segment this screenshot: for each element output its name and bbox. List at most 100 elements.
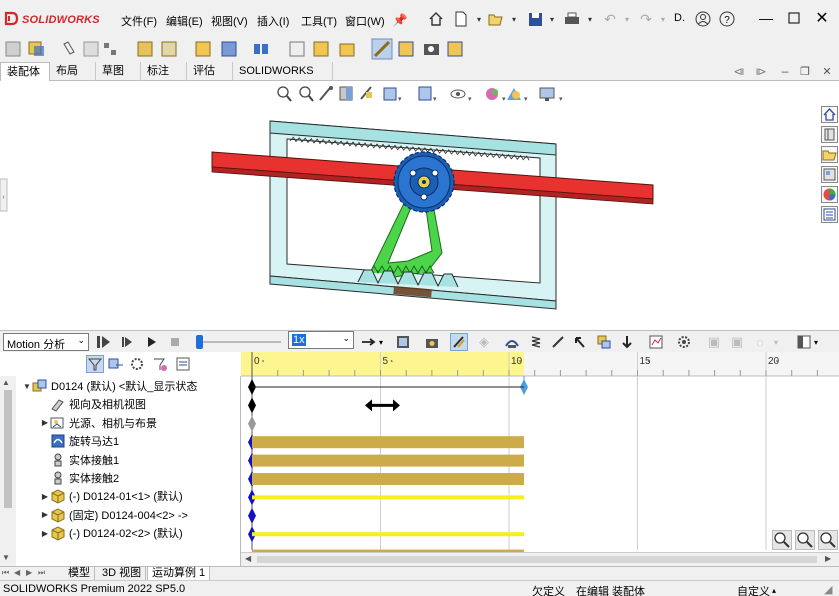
filter-driving-icon[interactable] — [108, 356, 126, 374]
print-icon[interactable] — [563, 10, 581, 28]
scroll-left-icon[interactable]: ◀ — [245, 554, 251, 563]
restore-doc-icon[interactable]: ❐ — [796, 62, 814, 80]
expand-icon[interactable]: ▶ — [40, 492, 50, 501]
update-speedpak-icon[interactable] — [398, 41, 414, 57]
paperclip-icon[interactable] — [63, 41, 75, 55]
timeline-change-bar[interactable] — [252, 436, 524, 449]
timeline-scrollbar[interactable]: ◀ ▶ — [241, 552, 839, 566]
new-document-icon[interactable] — [452, 10, 470, 28]
tree-item[interactable]: 旋转马达1 — [40, 432, 119, 450]
timeline-change-bar[interactable] — [252, 532, 524, 537]
chevron-down-icon[interactable]: ▾ — [470, 10, 488, 28]
custom-properties-icon[interactable] — [821, 206, 838, 223]
menu-view[interactable]: 视图(V) — [211, 13, 248, 29]
gravity-icon[interactable] — [618, 333, 636, 351]
dynamic-annotation-icon[interactable] — [360, 86, 372, 100]
tab-model[interactable]: 模型 — [64, 567, 95, 581]
stop-icon[interactable] — [166, 333, 184, 351]
motion-optimization-icon[interactable]: ◌ — [751, 333, 769, 351]
linear-pattern-icon[interactable] — [83, 41, 99, 57]
new-motion-study-icon[interactable] — [254, 44, 268, 54]
tree-item[interactable]: 实体接触2 — [40, 469, 119, 487]
mate-icon[interactable] — [28, 41, 44, 56]
solidworks-resources-icon[interactable] — [821, 106, 838, 123]
zoom-to-fit-icon[interactable] — [277, 86, 292, 102]
tab-3d-views[interactable]: 3D 视图 — [98, 567, 147, 581]
filter-tree-icon[interactable] — [175, 356, 193, 374]
scroll-up-icon[interactable]: ▲ — [2, 378, 10, 387]
undo-icon[interactable]: ↶ — [601, 10, 619, 28]
calculate-icon[interactable] — [95, 333, 113, 351]
expand-icon[interactable]: ▶ — [40, 529, 50, 538]
show-hidden-icon[interactable] — [161, 41, 177, 57]
spring-icon[interactable] — [527, 333, 545, 351]
tree-scroll-thumb[interactable] — [4, 390, 12, 508]
study-properties-icon[interactable] — [675, 333, 693, 351]
tree-item[interactable]: ▼ D0124 (默认) <默认_显示状态 — [22, 377, 197, 395]
force-icon[interactable] — [571, 333, 589, 351]
tab-layout[interactable]: 布局 — [50, 62, 96, 81]
redo-icon[interactable]: ↷ — [637, 10, 655, 28]
view-palette-icon[interactable] — [821, 166, 838, 183]
edit-appearance-icon[interactable]: ▾ — [486, 88, 506, 103]
chevron-down-icon[interactable]: ▾ — [379, 338, 383, 347]
design-library-icon[interactable] — [821, 126, 838, 143]
help-icon[interactable]: ? — [718, 10, 736, 28]
assembly-features-icon[interactable] — [195, 41, 211, 57]
tree-item[interactable]: 实体接触1 — [40, 451, 119, 469]
play-from-start-icon[interactable] — [119, 333, 137, 351]
zoom-to-fit-timeline-icon[interactable] — [818, 530, 838, 550]
hide-show-items-icon[interactable]: ▾ — [450, 89, 472, 103]
instant3d-icon[interactable] — [371, 38, 393, 60]
filter-animated-icon[interactable] — [86, 355, 104, 373]
motion-timeline[interactable]: 0 ◔ 5 ◔ 10 ◔ 15 ◔ 20 ◔ ◀ ▶ — [241, 352, 839, 566]
tab-sketch[interactable]: 草图 — [96, 62, 141, 81]
expand-icon[interactable]: ▶ — [40, 418, 50, 427]
menu-file[interactable]: 文件(F) — [121, 13, 157, 29]
panel-collapse-handle[interactable]: › — [0, 178, 8, 212]
tab-assembly[interactable]: 装配体 — [0, 62, 50, 81]
contact-icon[interactable] — [595, 333, 613, 351]
apply-scene-icon[interactable]: ▾ — [507, 88, 528, 103]
chevron-down-icon[interactable]: ▾ — [654, 10, 672, 28]
animation-wizard-icon[interactable] — [424, 333, 442, 351]
graphics-area[interactable]: › — [0, 81, 820, 330]
close-doc-icon[interactable]: ✕ — [818, 62, 836, 80]
reference-geometry-icon[interactable] — [221, 41, 237, 57]
tab-evaluate[interactable]: 评估 — [187, 62, 233, 81]
previous-view-icon[interactable] — [319, 86, 333, 101]
insert-component-icon[interactable] — [5, 41, 21, 57]
last-tab-icon[interactable]: ⏭ — [38, 568, 45, 578]
view-settings-icon[interactable]: ▾ — [539, 87, 563, 103]
explode-line-sketch-icon[interactable] — [339, 43, 355, 57]
chevron-down-icon[interactable]: ▾ — [618, 10, 636, 28]
slider-thumb[interactable] — [196, 335, 203, 349]
chevron-down-icon[interactable]: ▾ — [543, 10, 561, 28]
section-view-icon[interactable] — [339, 86, 353, 101]
close-icon[interactable]: ✕ — [814, 10, 830, 27]
menu-edit[interactable]: 编辑(E) — [166, 13, 203, 29]
tree-scrollbar[interactable]: ▲ ▼ — [0, 376, 16, 566]
menu-tools[interactable]: 工具(T) — [301, 13, 337, 29]
previous-tab-icon[interactable]: ◀ — [14, 568, 20, 577]
tab-motion-study-1[interactable]: 运动算例 1 — [147, 567, 211, 581]
display-style-icon[interactable]: ▾ — [418, 86, 437, 103]
large-assembly-mode-icon[interactable] — [447, 41, 463, 57]
playback-slider[interactable] — [196, 334, 281, 350]
collapse-motion-manager-icon[interactable] — [795, 333, 813, 351]
key-point[interactable] — [248, 507, 256, 524]
timeline-change-bar[interactable] — [252, 495, 524, 500]
key-point[interactable] — [248, 415, 256, 432]
filter-selected-icon[interactable] — [130, 356, 148, 374]
chevron-down-icon[interactable]: ▾ — [814, 338, 818, 347]
minimize-doc-icon[interactable]: – — [776, 62, 794, 80]
motor-icon[interactable] — [503, 333, 521, 351]
expand-icon[interactable]: ▶ — [40, 510, 50, 519]
tab-markup[interactable]: 标注 — [141, 62, 187, 81]
playback-speed-select[interactable]: 1x ⌄ — [288, 331, 354, 349]
timeline-change-bar[interactable] — [252, 473, 524, 485]
move-component-icon[interactable] — [137, 41, 153, 57]
bill-of-materials-icon[interactable] — [289, 41, 305, 57]
solidworks-logo[interactable]: SOLIDWORKS — [4, 11, 100, 29]
file-explorer-icon[interactable] — [821, 146, 838, 163]
